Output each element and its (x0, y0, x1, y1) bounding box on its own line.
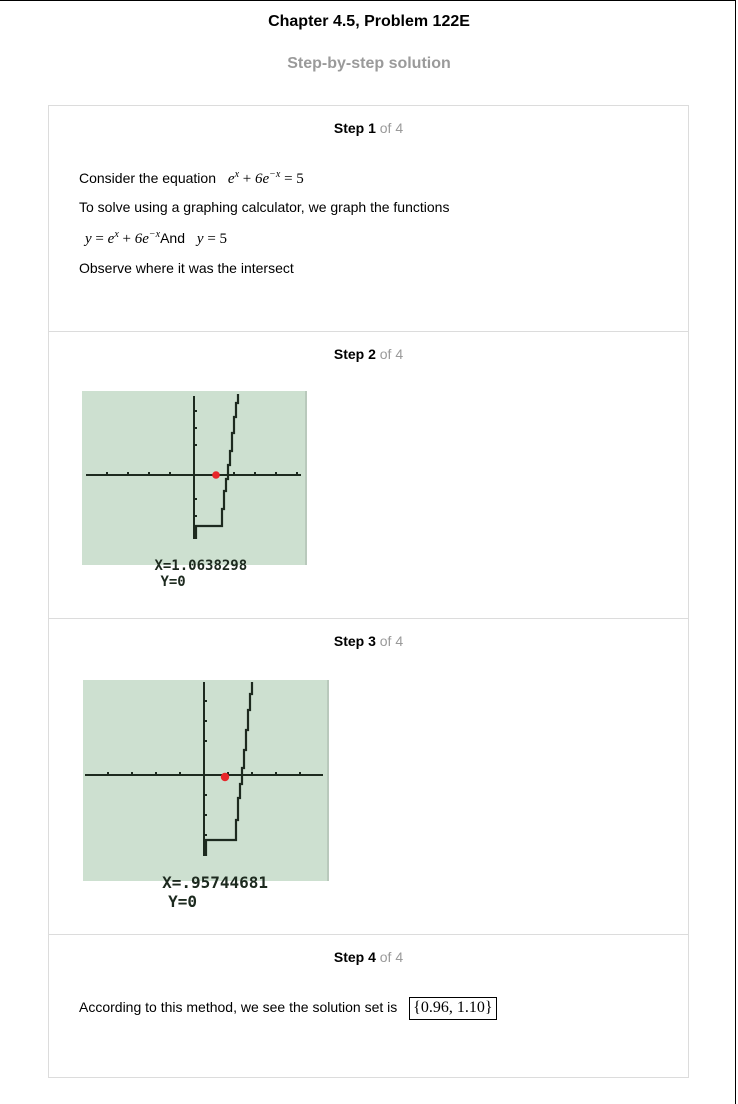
page-subtitle: Step-by-step solution (287, 55, 451, 72)
step-of-total: of 4 (379, 346, 404, 362)
solution-set: {0.96, 1.10} (413, 999, 493, 1016)
conclusion-text: According to this method, we see the sol… (79, 999, 398, 1015)
and-text: And (160, 230, 186, 246)
calculator-screen: X=1.0638298 Y=0 (82, 391, 307, 590)
readout: X=.95744681 Y=0 (85, 854, 268, 930)
step-of-total: of 4 (379, 120, 404, 136)
function-two-math: y = 5 (196, 231, 228, 247)
observe-text: Observe where it was the intersect (79, 260, 294, 276)
function-curve (204, 682, 254, 856)
step-of-total: of 4 (379, 633, 404, 649)
function-one-math: y = ex + 6e−x (85, 229, 161, 248)
graph-plot (86, 394, 301, 539)
function-curve (194, 394, 240, 539)
step-label: Step 1 (333, 120, 376, 136)
calculator-screen: X=.95744681 Y=0 (83, 680, 329, 911)
solution-steps: Step 1 of 4 Consider the equation ex + 6… (48, 105, 689, 1078)
consider-text: Consider the equation (79, 170, 216, 186)
graph-instruction: To solve using a graphing calculator, we… (79, 199, 450, 215)
step-1-header: Step 1 of 4 (49, 120, 688, 136)
equation-line: Consider the equation ex + 6e−x = 5 (79, 170, 304, 188)
step-3: Step 3 of 4 X=.95744681 Y=0 (49, 618, 688, 935)
step-2: Step 2 of 4 X=1.0638298 Y=0 (49, 331, 688, 619)
intersection-point (220, 772, 230, 782)
equation-math: ex + 6e−x = 5 (227, 169, 304, 188)
step-2-header: Step 2 of 4 (49, 346, 688, 362)
step-3-header: Step 3 of 4 (49, 633, 688, 649)
intersection-point (212, 471, 220, 479)
readout-x: X=1.0638298 (154, 558, 248, 574)
conclusion-line: According to this method, we see the sol… (79, 997, 497, 1020)
graph-plot (85, 682, 323, 856)
readout-x: X=.95744681 (162, 873, 269, 892)
step-4-header: Step 4 of 4 (49, 949, 688, 965)
step-label: Step 4 (333, 949, 376, 965)
solution-set-box: {0.96, 1.10} (409, 997, 497, 1020)
readout-y: Y=0 (168, 892, 197, 911)
step-label: Step 2 (333, 346, 376, 362)
step-4: Step 4 of 4 According to this method, we… (49, 934, 688, 1078)
page-title: Chapter 4.5, Problem 122E (268, 13, 470, 30)
functions-line: y = ex + 6e−xAnd y = 5 (85, 230, 227, 248)
step-of-total: of 4 (379, 949, 404, 965)
step-label: Step 3 (333, 633, 376, 649)
readout-y: Y=0 (160, 574, 186, 590)
readout: X=1.0638298 Y=0 (87, 542, 247, 606)
step-1: Step 1 of 4 Consider the equation ex + 6… (49, 106, 688, 331)
